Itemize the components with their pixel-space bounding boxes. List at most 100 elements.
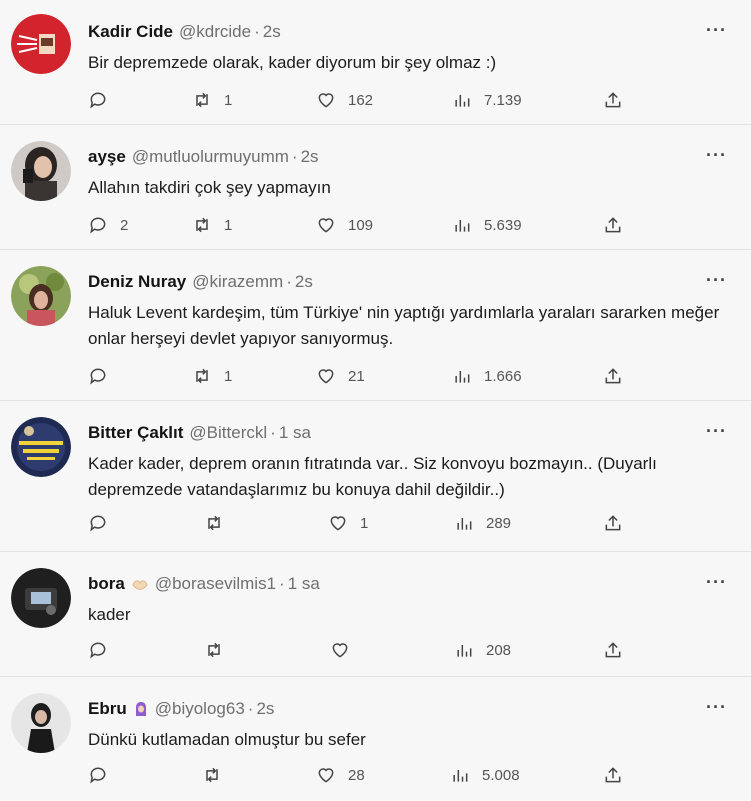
- tweet-text: Bir depremzede olarak, kader diyorum bir…: [88, 53, 497, 72]
- tweet[interactable]: bora @borasevilmis1 · 1 sa ··· kader 208: [0, 552, 751, 677]
- share-button[interactable]: [603, 88, 623, 112]
- retweet-icon: [196, 92, 208, 108]
- tweet-header: ayşe @mutluolurmuyumm · 2s: [88, 147, 319, 167]
- like-button[interactable]: [330, 638, 362, 662]
- avatar[interactable]: [11, 14, 71, 74]
- tweet-header: bora @borasevilmis1 · 1 sa: [88, 574, 320, 594]
- reply-icon: [90, 217, 106, 234]
- tweet[interactable]: Bitter Çaklıt @Bitterckl · 1 sa ··· Kade…: [0, 401, 751, 552]
- share-icon: [605, 92, 621, 108]
- timestamp[interactable]: 1 sa: [288, 574, 320, 594]
- views-count: 7.139: [484, 91, 522, 109]
- retweet-button[interactable]: 1: [192, 213, 232, 237]
- user-handle[interactable]: @Bitterckl: [189, 423, 267, 443]
- views-count: 1.666: [484, 367, 522, 385]
- retweet-button[interactable]: [202, 763, 234, 787]
- tweet[interactable]: Kadir Cide @kdrcide · 2s ··· Bir depremz…: [0, 0, 751, 125]
- more-icon[interactable]: ···: [706, 697, 727, 718]
- user-handle[interactable]: @borasevilmis1: [155, 574, 276, 594]
- avatar[interactable]: [11, 568, 71, 628]
- share-button[interactable]: [603, 511, 623, 535]
- display-name[interactable]: Kadir Cide: [88, 22, 173, 42]
- tweet-text: kader: [88, 605, 131, 624]
- timestamp[interactable]: 2s: [301, 147, 319, 167]
- views-button[interactable]: 289: [454, 511, 511, 535]
- views-count: 289: [486, 514, 512, 532]
- tweet-header: Bitter Çaklıt @Bitterckl · 1 sa: [88, 423, 311, 443]
- retweet-count: 1: [224, 367, 233, 385]
- reply-button[interactable]: [88, 638, 120, 662]
- share-icon: [605, 217, 621, 233]
- timestamp[interactable]: 2s: [263, 22, 281, 42]
- share-button[interactable]: [603, 763, 623, 787]
- views-count: 5.008: [482, 766, 520, 784]
- retweet-button[interactable]: [204, 511, 236, 535]
- retweet-icon: [206, 767, 218, 783]
- avatar[interactable]: [11, 417, 71, 477]
- tweet-actions: 1 21 1.666: [88, 364, 648, 388]
- views-icon: [455, 95, 470, 107]
- avatar[interactable]: [11, 266, 71, 326]
- heart-icon: [318, 93, 334, 108]
- share-button[interactable]: [603, 213, 623, 237]
- like-button[interactable]: 162: [316, 88, 373, 112]
- retweet-button[interactable]: [204, 638, 236, 662]
- tweet-feed: Kadir Cide @kdrcide · 2s ··· Bir depremz…: [0, 0, 751, 801]
- timestamp[interactable]: 2s: [295, 272, 313, 292]
- tweet-text: Dünkü kutlamadan olmuştur bu sefer: [88, 730, 366, 749]
- reply-button[interactable]: 2: [88, 213, 128, 237]
- more-icon[interactable]: ···: [706, 270, 727, 291]
- views-count: 5.639: [484, 216, 522, 234]
- avatar[interactable]: [11, 141, 71, 201]
- views-icon: [457, 645, 472, 657]
- user-handle[interactable]: @biyolog63: [155, 699, 245, 719]
- views-button[interactable]: 208: [454, 638, 511, 662]
- reply-button[interactable]: [88, 364, 120, 388]
- reply-icon: [90, 368, 106, 385]
- like-button[interactable]: 109: [316, 213, 373, 237]
- share-button[interactable]: [603, 364, 623, 388]
- reply-icon: [90, 515, 106, 532]
- share-icon: [605, 515, 621, 531]
- share-icon: [605, 368, 621, 384]
- views-button[interactable]: 1.666: [452, 364, 522, 388]
- more-icon[interactable]: ···: [706, 421, 727, 442]
- more-icon[interactable]: ···: [706, 145, 727, 166]
- display-name[interactable]: Bitter Çaklıt: [88, 423, 183, 443]
- display-name[interactable]: Ebru: [88, 699, 127, 719]
- tweet[interactable]: ayşe @mutluolurmuyumm · 2s ··· Allahın t…: [0, 125, 751, 250]
- reply-button[interactable]: [88, 511, 120, 535]
- heart-icon: [318, 218, 334, 233]
- like-button[interactable]: 21: [316, 364, 365, 388]
- like-button[interactable]: 1: [328, 511, 368, 535]
- like-count: 21: [348, 367, 365, 385]
- tweet-text: Haluk Levent kardeşim, tüm Türkiye' nin …: [88, 303, 720, 348]
- views-button[interactable]: 7.139: [452, 88, 522, 112]
- retweet-button[interactable]: 1: [192, 364, 232, 388]
- timestamp[interactable]: 1 sa: [279, 423, 311, 443]
- views-button[interactable]: 5.639: [452, 213, 522, 237]
- reply-button[interactable]: [88, 88, 120, 112]
- user-handle[interactable]: @mutluolurmuyumm: [132, 147, 289, 167]
- share-button[interactable]: [603, 638, 623, 662]
- views-button[interactable]: 5.008: [450, 763, 520, 787]
- share-icon: [605, 642, 621, 658]
- tweet[interactable]: Ebru @biyolog63 · 2s ··· Dünkü kutlamada…: [0, 677, 751, 801]
- retweet-icon: [196, 217, 208, 233]
- display-name[interactable]: Deniz Nuray: [88, 272, 186, 292]
- retweet-button[interactable]: 1: [192, 88, 232, 112]
- user-handle[interactable]: @kirazemm: [192, 272, 283, 292]
- more-icon[interactable]: ···: [706, 572, 727, 593]
- more-icon[interactable]: ···: [706, 20, 727, 41]
- separator-dot: ·: [291, 147, 298, 166]
- avatar[interactable]: [11, 693, 71, 753]
- display-name[interactable]: bora: [88, 574, 125, 594]
- user-handle[interactable]: @kdrcide: [179, 22, 251, 42]
- like-button[interactable]: 28: [316, 763, 365, 787]
- tweet-text: Allahın takdiri çok şey yapmayın: [88, 178, 331, 197]
- timestamp[interactable]: 2s: [256, 699, 274, 719]
- display-name[interactable]: ayşe: [88, 147, 126, 167]
- reply-button[interactable]: [88, 763, 120, 787]
- tweet[interactable]: Deniz Nuray @kirazemm · 2s ··· Haluk Lev…: [0, 250, 751, 401]
- retweet-count: 1: [224, 216, 233, 234]
